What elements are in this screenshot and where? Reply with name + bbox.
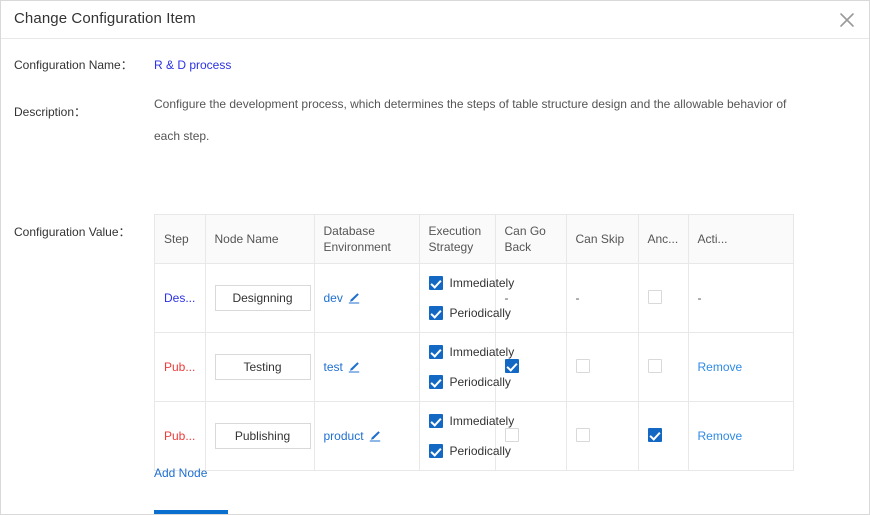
cell-can-go-back — [495, 401, 567, 470]
database-environment-link[interactable]: product — [324, 429, 364, 443]
table-row: Pub... test Immediately Periodically Remove — [155, 332, 793, 402]
step-link[interactable]: Pub... — [164, 429, 195, 443]
close-icon[interactable] — [835, 8, 859, 32]
dialog-header: Change Configuration Item — [1, 1, 869, 39]
database-environment-link[interactable]: test — [324, 360, 343, 374]
remove-link[interactable]: Remove — [698, 360, 743, 374]
pencil-icon[interactable] — [369, 430, 381, 442]
cell-database-environment: dev — [314, 263, 420, 333]
execution-strategy-checkbox-1[interactable] — [428, 375, 443, 389]
step-link[interactable]: Pub... — [164, 360, 195, 374]
anc-checkbox[interactable] — [647, 358, 662, 373]
description-label: Description： — [14, 105, 87, 119]
execution-strategy-label-0: Immediately — [449, 414, 515, 428]
submit-button[interactable]: Submit — [154, 510, 228, 514]
cell-action: Remove — [688, 402, 793, 471]
cell-database-environment: test — [314, 332, 420, 402]
step-link[interactable]: Des... — [164, 291, 195, 305]
cell-can-skip — [566, 401, 639, 470]
cell-step: Pub... — [155, 332, 206, 402]
column-header-node-name: Node Name — [205, 215, 315, 264]
cell-node-name — [205, 263, 315, 333]
cell-step: Des... — [155, 263, 206, 333]
column-header-can-skip: Can Skip — [566, 215, 639, 264]
configuration-value-label: Configuration Value： — [14, 225, 131, 239]
column-header-can-go-back: Can Go Back — [495, 215, 567, 264]
change-configuration-dialog: Change Configuration Item Configuration … — [0, 0, 870, 515]
column-header-database-environment: Database Environment — [314, 215, 420, 264]
can-skip-checkbox-dash: - — [575, 291, 580, 305]
execution-strategy-label-0: Immediately — [449, 276, 515, 290]
pencil-icon[interactable] — [348, 361, 360, 373]
cell-can-go-back — [495, 332, 567, 402]
configuration-name-label: Configuration Name： — [14, 58, 133, 72]
cell-node-name — [205, 401, 315, 470]
cell-can-skip — [566, 332, 639, 402]
cell-action: - — [688, 263, 793, 333]
execution-strategy-checkbox-0[interactable] — [428, 276, 443, 290]
cell-anc — [638, 401, 689, 470]
execution-strategy-checkbox-1[interactable] — [428, 306, 443, 320]
cell-action: Remove — [688, 332, 793, 402]
remove-link[interactable]: Remove — [698, 429, 743, 443]
node-name-input[interactable] — [214, 354, 311, 380]
anc-checkbox[interactable] — [647, 427, 662, 442]
execution-strategy-label-0: Immediately — [449, 345, 515, 359]
can-go-back-checkbox[interactable] — [504, 427, 519, 442]
column-header-action: Acti... — [688, 215, 793, 264]
execution-strategy-checkbox-0[interactable] — [428, 414, 443, 428]
can-go-back-checkbox[interactable] — [504, 358, 519, 373]
table-header-row: Step Node Name Database Environment Exec… — [155, 215, 793, 264]
page-title: Change Configuration Item — [14, 10, 196, 27]
column-header-execution-strategy: Execution Strategy — [419, 215, 496, 264]
table-row: Pub... product Immediately Periodically Remo… — [155, 401, 793, 471]
action-dash: - — [697, 291, 702, 305]
pencil-icon[interactable] — [348, 292, 360, 304]
description-value: Configure the development process, which… — [154, 97, 787, 143]
column-header-step: Step — [155, 215, 206, 264]
can-skip-checkbox[interactable] — [575, 358, 590, 373]
node-name-input[interactable] — [214, 423, 311, 449]
execution-strategy-checkbox-1[interactable] — [428, 444, 443, 458]
anc-checkbox[interactable] — [647, 289, 662, 304]
cell-anc — [638, 332, 689, 402]
column-header-anc: Anc... — [638, 215, 689, 264]
execution-strategy-label-1: Periodically — [449, 444, 511, 458]
execution-strategy-label-1: Periodically — [449, 306, 511, 320]
cell-execution-strategy: Immediately Periodically — [419, 263, 514, 333]
cell-can-skip: - — [566, 263, 639, 333]
table-body: Des...devImmediatelyPeriodically---Pub..… — [155, 263, 793, 471]
cell-execution-strategy: Immediately Periodically — [419, 332, 514, 402]
execution-strategy-checkbox-0[interactable] — [428, 345, 443, 359]
node-name-input[interactable] — [214, 285, 311, 311]
can-skip-checkbox[interactable] — [575, 427, 590, 442]
cell-can-go-back: - — [495, 263, 567, 333]
table-row: Des...devImmediatelyPeriodically--- — [155, 263, 793, 333]
database-environment-link[interactable]: dev — [324, 291, 343, 305]
execution-strategy-label-1: Periodically — [449, 375, 511, 389]
configuration-table: Step Node Name Database Environment Exec… — [155, 215, 793, 471]
add-node-link[interactable]: Add Node — [154, 466, 207, 480]
cell-node-name — [205, 332, 315, 402]
can-go-back-checkbox-dash: - — [504, 291, 509, 305]
cell-database-environment: product — [314, 401, 420, 470]
cell-step: Pub... — [155, 401, 206, 470]
cell-anc — [638, 263, 689, 333]
configuration-table-wrapper: Step Node Name Database Environment Exec… — [154, 214, 794, 471]
configuration-name-value[interactable]: R & D process — [154, 58, 231, 72]
cell-execution-strategy: Immediately Periodically — [419, 401, 514, 470]
